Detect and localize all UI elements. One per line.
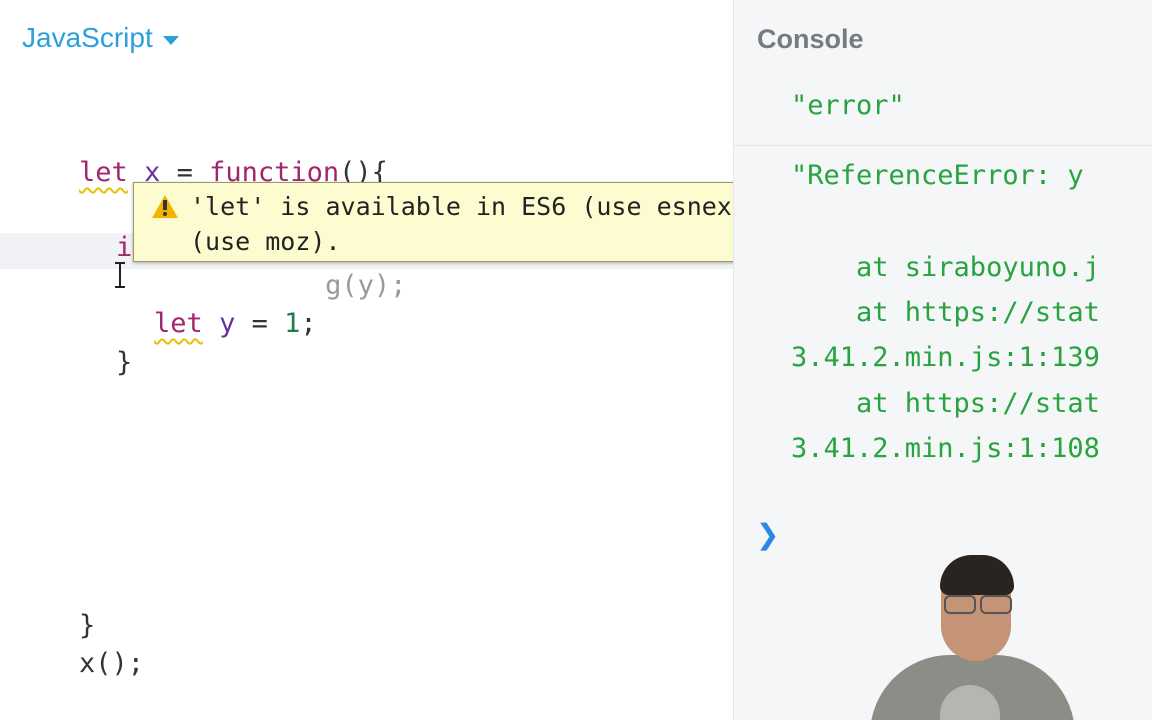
function-call: x(); (79, 648, 145, 679)
chevron-right-icon[interactable]: ❯ (756, 518, 779, 551)
code-line-7[interactable]: x(); (14, 613, 144, 679)
console-output-line: at https://stat (791, 297, 1100, 328)
number-literal: 1 (284, 308, 301, 339)
identifier-y: y (219, 308, 236, 339)
console-output-line: 3.41.2.min.js:1:108 (791, 433, 1100, 464)
keyword-let: let (79, 157, 128, 188)
code-line-6[interactable]: } (14, 575, 95, 641)
code-punctuation: ; (300, 308, 317, 339)
console-output-line: "error" (791, 90, 905, 121)
code-line-1[interactable]: let x = function(){ (14, 122, 388, 188)
console-output-line: 3.41.2.min.js:1:139 (791, 342, 1100, 373)
glasses-icon (940, 595, 1015, 614)
code-operator: = (235, 308, 285, 339)
console-output-line: at siraboyuno.j (791, 252, 1100, 283)
code-editor[interactable]: JavaScript let x = function(){ if(tr g(y… (0, 0, 733, 720)
code-line-4[interactable]: let y = 1; (89, 273, 317, 339)
presenter-hair (940, 555, 1014, 595)
language-selector[interactable]: JavaScript (22, 22, 179, 54)
console-entry-error: "error" (734, 70, 1152, 146)
code-line-5[interactable]: } (51, 312, 132, 378)
warning-icon (152, 195, 178, 218)
webcam-overlay (860, 555, 1080, 720)
console-output-line: "ReferenceError: y (791, 160, 1084, 191)
language-label: JavaScript (22, 22, 153, 53)
console-output-line: at https://stat (791, 388, 1100, 419)
caret-down-icon (162, 35, 179, 45)
keyword-let: let (154, 308, 203, 339)
console-title: Console (757, 24, 864, 54)
closing-brace: } (116, 347, 133, 378)
